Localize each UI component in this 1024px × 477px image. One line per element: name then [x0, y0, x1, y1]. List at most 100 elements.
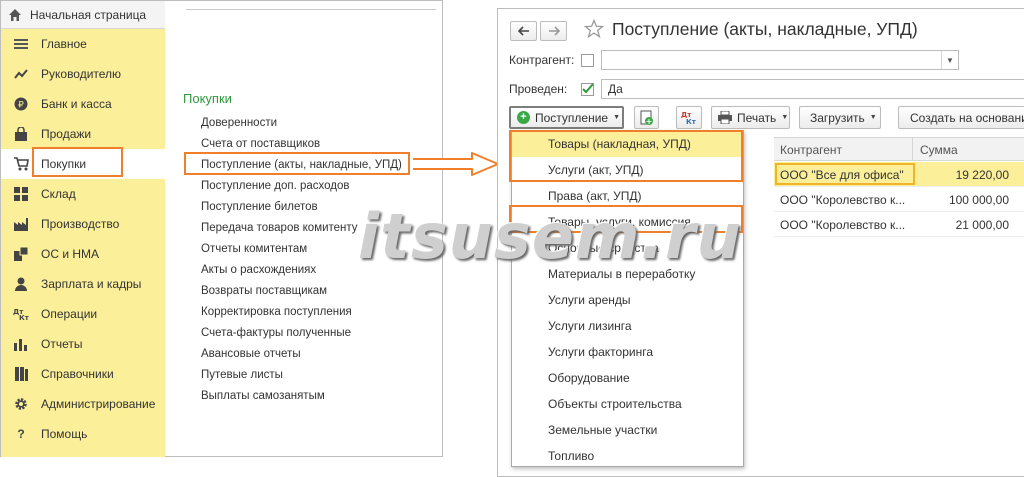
submenu-item[interactable]: Счета-фактуры полученные	[201, 327, 351, 339]
proveden-input[interactable]: Да	[601, 79, 1024, 99]
plus-icon: +	[517, 111, 530, 124]
cell-kontragent: ООО "Королевство к...	[780, 193, 906, 207]
section-zarplata[interactable]: Зарплата и кадры	[1, 269, 165, 299]
submenu-title: Покупки	[183, 91, 232, 106]
caret-down-icon: ▼	[781, 114, 789, 121]
forward-button[interactable]	[540, 21, 567, 41]
section-proizvodstvo[interactable]: Производство	[1, 209, 165, 239]
back-button[interactable]	[510, 21, 537, 41]
section-label: Склад	[41, 187, 76, 201]
section-label: Отчеты	[41, 337, 83, 351]
copy-doc-icon: +	[640, 110, 653, 126]
svg-text:₽: ₽	[18, 101, 24, 111]
section-highlight-frame	[32, 147, 123, 177]
submenu-item[interactable]: Корректировка поступления	[201, 306, 352, 318]
section-label: Помощь	[41, 427, 88, 441]
menu-item-uslugi-faktoringa[interactable]: Услуги факторинга	[512, 339, 743, 365]
person-icon	[13, 276, 29, 292]
menu-item-uslugi-arendy[interactable]: Услуги аренды	[512, 287, 743, 313]
cell-summa: 100 000,00	[948, 193, 1009, 207]
submenu-item[interactable]: Выплаты самозанятым	[201, 390, 325, 402]
section-label: Главное	[41, 37, 87, 51]
load-button-label: Загрузить	[810, 110, 865, 125]
svg-text:Кт: Кт	[19, 314, 29, 321]
create-based-on-label: Создать на основани	[910, 110, 1024, 125]
home-icon	[9, 8, 21, 21]
section-label: Продажи	[41, 127, 92, 141]
load-button[interactable]: Загрузить ▼	[799, 106, 881, 129]
section-label: Операции	[41, 307, 98, 321]
section-pomosh[interactable]: ? Помощь	[1, 419, 165, 449]
gear-icon	[13, 396, 29, 412]
svg-text:+: +	[645, 117, 652, 126]
create-based-on-button[interactable]: Создать на основани	[898, 106, 1024, 129]
table-row[interactable]: ООО "Королевство к... 100 000,00	[774, 187, 1024, 212]
menu-item-uslugi-lizinga[interactable]: Услуги лизинга	[512, 313, 743, 339]
section-os-i-nma[interactable]: ОС и НМА	[1, 239, 165, 269]
section-sklad[interactable]: Склад	[1, 179, 165, 209]
cell-highlight-frame	[775, 163, 915, 185]
caret-down-icon: ▼	[869, 114, 877, 121]
submenu-item[interactable]: Поступление доп. расходов	[201, 180, 350, 192]
bar-chart-icon	[13, 336, 29, 352]
print-button-label: Печать	[737, 110, 777, 125]
column-header-kontragent[interactable]: Контрагент	[780, 143, 842, 157]
submenu-item[interactable]: Авансовые отчеты	[201, 348, 301, 360]
sections-panel: Главное Руководителю ₽ Банк и касса Прод…	[1, 29, 165, 457]
shopping-bag-icon	[13, 126, 29, 142]
proveden-checkbox[interactable]	[581, 83, 594, 96]
section-operacii[interactable]: Дт Кт Операции	[1, 299, 165, 329]
section-label: Банк и касса	[41, 97, 112, 111]
print-button[interactable]: Печать ▼	[711, 106, 790, 129]
proveden-label: Проведен:	[509, 82, 568, 96]
submenu-item[interactable]: Поступление билетов	[201, 201, 318, 213]
submenu-item[interactable]: Возвраты поставщикам	[201, 285, 327, 297]
column-header-summa[interactable]: Сумма	[920, 143, 958, 157]
cell-kontragent: ООО "Королевство к...	[780, 218, 906, 232]
star-icon[interactable]	[584, 19, 604, 39]
watermark-text: itsusem.ru	[358, 200, 742, 273]
submenu-item[interactable]: Счета от поставщиков	[201, 138, 320, 150]
submenu-highlight-frame	[184, 152, 410, 175]
arrow-left-icon	[517, 26, 529, 36]
copy-button[interactable]: +	[634, 106, 659, 129]
submenu-item[interactable]: Передача товаров комитенту	[201, 222, 358, 234]
checkmark-icon	[582, 83, 594, 94]
menu-item-zemelnye[interactable]: Земельные участки	[512, 417, 743, 443]
section-administrirovanie[interactable]: Администрирование	[1, 389, 165, 419]
kontragent-checkbox[interactable]	[581, 54, 594, 67]
section-label: Зарплата и кадры	[41, 277, 142, 291]
section-glavnoe[interactable]: Главное	[1, 29, 165, 59]
section-prodazhi[interactable]: Продажи	[1, 119, 165, 149]
warehouse-icon	[13, 186, 29, 202]
submenu-item[interactable]: Отчеты комитентам	[201, 243, 307, 255]
printer-icon	[718, 111, 732, 124]
section-rukovoditelyu[interactable]: Руководителю	[1, 59, 165, 89]
dropdown-highlight-frame	[509, 130, 743, 182]
menu-item-obekty[interactable]: Объекты строительства	[512, 391, 743, 417]
home-tab-label: Начальная страница	[30, 7, 147, 22]
submenu-item[interactable]: Доверенности	[201, 117, 277, 129]
question-icon: ?	[17, 427, 25, 441]
dt-kt-button[interactable]: Дт Кт	[676, 106, 702, 129]
section-bank-i-kassa[interactable]: ₽ Банк и касса	[1, 89, 165, 119]
home-tab[interactable]: Начальная страница	[1, 1, 165, 29]
shopping-cart-icon	[13, 156, 29, 172]
factory-icon	[13, 216, 29, 232]
menu-item-toplivo[interactable]: Топливо	[512, 443, 743, 469]
submenu-item[interactable]: Путевые листы	[201, 369, 283, 381]
submenu-item[interactable]: Акты о расхождениях	[201, 264, 316, 276]
section-spravochniki[interactable]: Справочники	[1, 359, 165, 389]
kontragent-input[interactable]: ▼	[601, 50, 959, 70]
section-label: ОС и НМА	[41, 247, 100, 261]
pointer-arrow-icon	[413, 152, 499, 176]
table-header: Контрагент Сумма	[774, 137, 1024, 161]
postuplenie-button[interactable]: + Поступление ▼	[509, 106, 624, 129]
dt-kt-icon: ДтКт	[13, 306, 29, 322]
section-otchety[interactable]: Отчеты	[1, 329, 165, 359]
tab-divider	[186, 9, 436, 10]
ruble-coin-icon: ₽	[13, 96, 29, 112]
chevron-down-icon[interactable]: ▼	[941, 51, 958, 69]
table-row[interactable]: ООО "Королевство к... 21 000,00	[774, 212, 1024, 237]
menu-item-oborudovanie[interactable]: Оборудование	[512, 365, 743, 391]
